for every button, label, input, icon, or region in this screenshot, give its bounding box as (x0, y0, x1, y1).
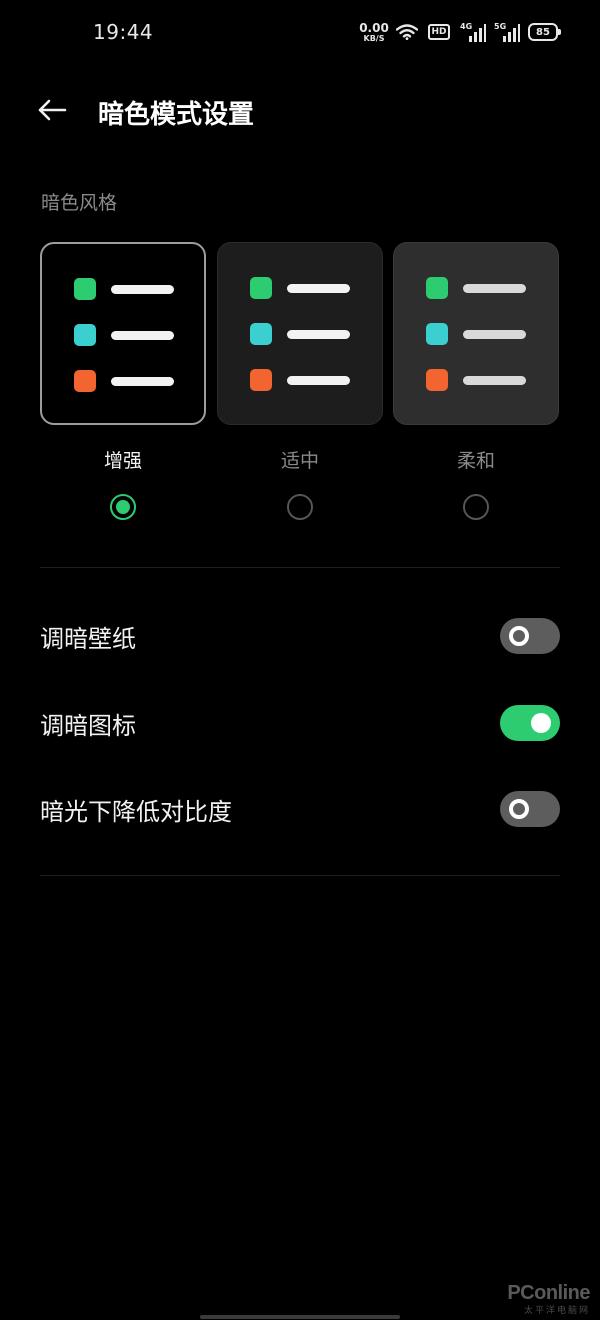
preview-row (250, 323, 360, 345)
radio-medium[interactable] (287, 494, 313, 520)
setting-label-dim-icons: 调暗图标 (40, 712, 136, 740)
toggle-knob (531, 713, 551, 733)
option-label-enhanced: 增强 (103, 450, 142, 472)
hd-voice-icon: HD (428, 24, 450, 40)
network-speed-value: 0.00 (359, 21, 389, 35)
style-card-soft[interactable] (393, 242, 559, 425)
radio-soft[interactable] (463, 494, 489, 520)
toggle-knob (509, 626, 529, 646)
preview-row (250, 369, 360, 391)
setting-label-dim-wallpaper: 调暗壁纸 (40, 625, 136, 653)
network-speed-unit: KB/S (363, 34, 385, 43)
wifi-icon (395, 24, 419, 44)
radio-enhanced[interactable] (110, 494, 136, 520)
back-arrow-icon (38, 99, 67, 121)
page-title: 暗色模式设置 (98, 100, 255, 130)
style-card-enhanced[interactable] (40, 242, 206, 425)
preview-row (250, 277, 360, 299)
network-speed: 0.00 KB/S (359, 22, 389, 43)
toggle-dim-icons[interactable] (500, 705, 560, 741)
preview-row (74, 370, 184, 392)
preview-row (74, 324, 184, 346)
status-bar: 19:44 0.00 KB/S HD 4G 5G 85 (0, 0, 600, 66)
divider (40, 567, 560, 568)
watermark-brand: PConline (507, 1282, 590, 1304)
toggle-knob (509, 799, 529, 819)
preview-row (74, 278, 184, 300)
divider (40, 875, 560, 876)
toggle-dim-wallpaper[interactable] (500, 618, 560, 654)
preview-row (426, 369, 536, 391)
setting-row-dim-wallpaper[interactable]: 调暗壁纸 (40, 611, 560, 661)
option-label-soft: 柔和 (456, 450, 495, 472)
back-button[interactable] (34, 94, 70, 126)
status-time: 19:44 (93, 20, 154, 44)
setting-row-dim-icons[interactable]: 调暗图标 (40, 698, 560, 748)
navigation-handle[interactable] (200, 1315, 400, 1319)
option-label-medium: 适中 (280, 450, 319, 472)
style-card-medium[interactable] (217, 242, 383, 425)
toggle-reduce-contrast[interactable] (500, 791, 560, 827)
setting-label-reduce-contrast: 暗光下降低对比度 (40, 798, 232, 826)
preview-row (426, 323, 536, 345)
preview-row (426, 277, 536, 299)
watermark-logo: PConline 太平洋电脑网 (507, 1282, 590, 1316)
section-label-dark-style: 暗色风格 (41, 192, 118, 214)
setting-row-reduce-contrast[interactable]: 暗光下降低对比度 (40, 784, 560, 834)
battery-icon: 85 (528, 23, 561, 41)
